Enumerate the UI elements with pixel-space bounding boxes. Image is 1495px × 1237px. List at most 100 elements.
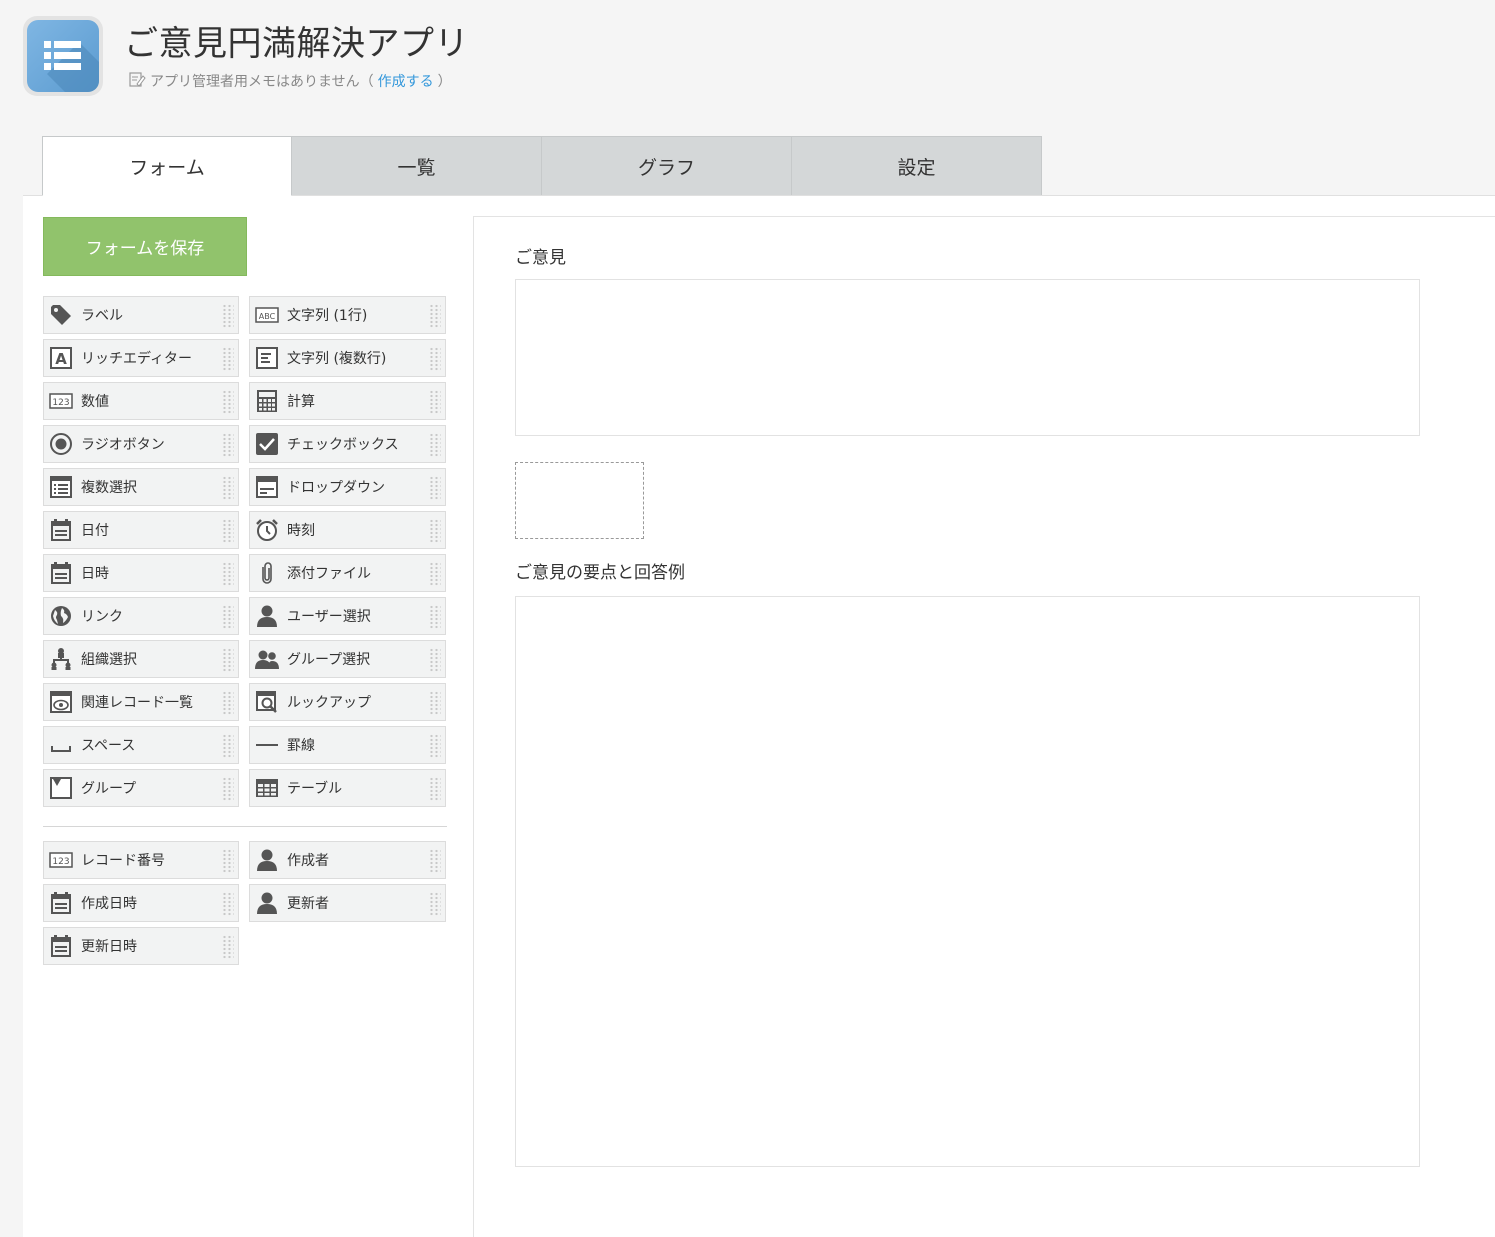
tab-form[interactable]: フォーム — [42, 136, 292, 196]
palette-divider — [43, 826, 447, 827]
paperclip-icon — [255, 561, 279, 585]
palette-item-label: 日付 — [81, 523, 109, 539]
palette-item[interactable]: 作成者 — [249, 841, 446, 879]
palette-item-label: テーブル — [287, 781, 343, 797]
palette-item[interactable]: 組織選択 — [43, 640, 239, 678]
field-summary-input[interactable] — [515, 596, 1420, 1167]
palette-item[interactable]: 更新日時 — [43, 927, 239, 965]
palette-item[interactable]: 添付ファイル — [249, 554, 446, 592]
palette-item[interactable]: グループ選択 — [249, 640, 446, 678]
drag-handle-icon[interactable] — [429, 390, 441, 414]
drag-handle-icon[interactable] — [429, 777, 441, 801]
tab-list[interactable]: 一覧 — [292, 136, 542, 196]
drag-handle-icon[interactable] — [429, 605, 441, 629]
drag-handle-icon[interactable] — [222, 476, 234, 500]
palette-item[interactable]: 罫線 — [249, 726, 446, 764]
palette-item[interactable]: リンク — [43, 597, 239, 635]
palette-item[interactable]: チェックボックス — [249, 425, 446, 463]
field-palette: ラベル ABC 文字列 (1行) A リッチエディター 文字列 (複数行) 123 数値 計算ラ… — [43, 296, 447, 965]
number-icon: 123 — [49, 389, 73, 413]
palette-item[interactable]: 時刻 — [249, 511, 446, 549]
save-form-button[interactable]: フォームを保存 — [43, 217, 247, 276]
rich-editor-icon: A — [49, 346, 73, 370]
palette-item[interactable]: ラベル — [43, 296, 239, 334]
drag-handle-icon[interactable] — [222, 648, 234, 672]
drag-handle-icon[interactable] — [222, 734, 234, 758]
palette-item[interactable]: ユーザー選択 — [249, 597, 446, 635]
palette-item[interactable]: 関連レコード一覧 — [43, 683, 239, 721]
calendar-icon — [49, 561, 73, 585]
canvas-top-border — [473, 216, 1495, 217]
user-icon — [255, 891, 279, 915]
drag-handle-icon[interactable] — [429, 648, 441, 672]
palette-item[interactable]: 文字列 (複数行) — [249, 339, 446, 377]
org-icon — [49, 647, 73, 671]
clock-icon — [255, 518, 279, 542]
tab-settings[interactable]: 設定 — [792, 136, 1042, 196]
palette-item[interactable]: 123 レコード番号 — [43, 841, 239, 879]
user-icon — [255, 604, 279, 628]
palette-item[interactable]: テーブル — [249, 769, 446, 807]
palette-item-label: 罫線 — [287, 738, 315, 754]
palette-item-label: チェックボックス — [287, 437, 399, 453]
drag-handle-icon[interactable] — [222, 433, 234, 457]
space-element[interactable] — [515, 462, 644, 539]
palette-item-label: 作成日時 — [81, 896, 137, 912]
palette-item[interactable]: ドロップダウン — [249, 468, 446, 506]
calculator-icon — [255, 389, 279, 413]
tab-graph[interactable]: グラフ — [542, 136, 792, 196]
palette-item-label: 文字列 (複数行) — [287, 351, 387, 367]
palette-item[interactable]: ABC 文字列 (1行) — [249, 296, 446, 334]
create-memo-link[interactable]: 作成する — [378, 71, 434, 91]
drag-handle-icon[interactable] — [429, 849, 441, 873]
palette-item[interactable]: 日付 — [43, 511, 239, 549]
drag-handle-icon[interactable] — [429, 691, 441, 715]
palette-item-label: 添付ファイル — [287, 566, 371, 582]
lookup-icon — [255, 690, 279, 714]
palette-item[interactable]: ルックアップ — [249, 683, 446, 721]
palette-item[interactable]: A リッチエディター — [43, 339, 239, 377]
palette-system-fields: 123 レコード番号 作成者作成日時 更新者 更新日時 — [43, 841, 447, 965]
drag-handle-icon[interactable] — [222, 304, 234, 328]
palette-item[interactable]: グループ — [43, 769, 239, 807]
checkbox-icon — [255, 432, 279, 456]
drag-handle-icon[interactable] — [222, 691, 234, 715]
drag-handle-icon[interactable] — [429, 304, 441, 328]
palette-item[interactable]: 日時 — [43, 554, 239, 592]
drag-handle-icon[interactable] — [222, 390, 234, 414]
drag-handle-icon[interactable] — [222, 605, 234, 629]
palette-item[interactable]: 複数選択 — [43, 468, 239, 506]
memo-text: アプリ管理者用メモはありません（ — [150, 74, 374, 90]
drag-handle-icon[interactable] — [429, 347, 441, 371]
palette-item[interactable]: ラジオボタン — [43, 425, 239, 463]
app-icon — [23, 16, 103, 96]
drag-handle-icon[interactable] — [429, 562, 441, 586]
drag-handle-icon[interactable] — [429, 519, 441, 543]
svg-text:A: A — [55, 350, 67, 368]
palette-item-label: スペース — [81, 738, 136, 754]
drag-handle-icon[interactable] — [222, 935, 234, 959]
drag-handle-icon[interactable] — [429, 892, 441, 916]
palette-fields: ラベル ABC 文字列 (1行) A リッチエディター 文字列 (複数行) 123 数値 計算ラ… — [43, 296, 447, 807]
palette-item[interactable]: 作成日時 — [43, 884, 239, 922]
multi-select-icon — [49, 475, 73, 499]
drag-handle-icon[interactable] — [429, 734, 441, 758]
palette-item[interactable]: 更新者 — [249, 884, 446, 922]
drag-handle-icon[interactable] — [222, 519, 234, 543]
drag-handle-icon[interactable] — [222, 892, 234, 916]
drag-handle-icon[interactable] — [429, 433, 441, 457]
drag-handle-icon[interactable] — [429, 476, 441, 500]
field-opinion-input[interactable] — [515, 279, 1420, 436]
drag-handle-icon[interactable] — [222, 849, 234, 873]
table-icon — [255, 776, 279, 800]
drag-handle-icon[interactable] — [222, 347, 234, 371]
drag-handle-icon[interactable] — [222, 562, 234, 586]
group-icon — [255, 647, 279, 671]
calendar-icon — [49, 518, 73, 542]
palette-item[interactable]: 計算 — [249, 382, 446, 420]
field-label-opinion: ご意見 — [515, 248, 566, 268]
palette-item[interactable]: 123 数値 — [43, 382, 239, 420]
palette-item-label: 数値 — [81, 394, 109, 410]
drag-handle-icon[interactable] — [222, 777, 234, 801]
palette-item[interactable]: スペース — [43, 726, 239, 764]
